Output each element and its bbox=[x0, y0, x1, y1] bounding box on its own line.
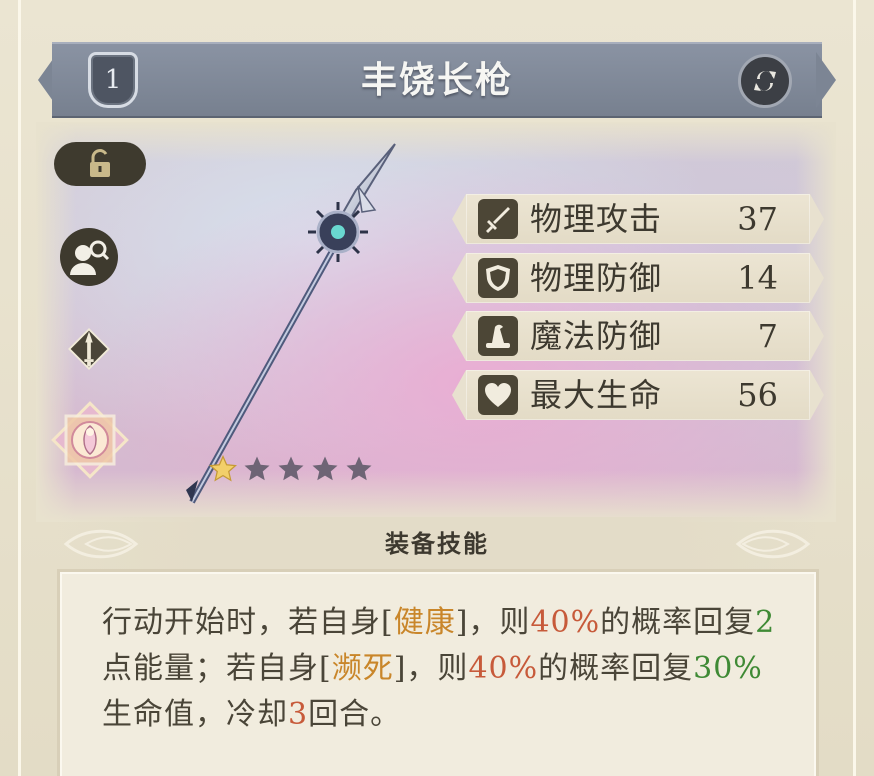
star-empty-icon bbox=[346, 456, 372, 481]
skill-description: 行动开始时，若自身[健康]，则40%的概率回复2点能量；若自身[濒死]，则40%… bbox=[102, 600, 792, 738]
stat-label: 物理防御 bbox=[530, 259, 663, 297]
stat-row-physical-defense: 物理防御 14 bbox=[452, 253, 826, 303]
weapon-type-badge[interactable] bbox=[64, 324, 114, 374]
stat-row-physical-attack: 物理攻击 37 bbox=[452, 194, 826, 244]
skill-highlight: 40% bbox=[468, 651, 539, 686]
skill-description-box: 行动开始时，若自身[健康]，则40%的概率回复2点能量；若自身[濒死]，则40%… bbox=[60, 572, 816, 776]
equip-skill-header: 装备技能 bbox=[56, 517, 818, 571]
heart-icon bbox=[485, 383, 511, 407]
stat-row-magic-defense: 魔法防御 7 bbox=[452, 311, 826, 361]
skill-text-segment: 回合。 bbox=[308, 697, 402, 732]
skill-highlight: 健康 bbox=[393, 605, 456, 640]
skill-highlight: 濒死 bbox=[331, 651, 394, 686]
flower-emblem-icon bbox=[51, 401, 129, 479]
stat-value: 37 bbox=[737, 200, 778, 238]
stat-value: 56 bbox=[737, 376, 778, 414]
title-banner: 1 丰饶长枪 bbox=[38, 42, 836, 118]
skill-highlight: 30% bbox=[693, 651, 763, 686]
skill-text-segment: 的概率回复 bbox=[600, 605, 756, 640]
skill-section-title: 装备技能 bbox=[385, 529, 489, 558]
star-empty-icon bbox=[244, 456, 270, 481]
skill-text-segment: 的概率回复 bbox=[538, 651, 694, 686]
stat-label: 最大生命 bbox=[530, 376, 663, 414]
stat-label: 魔法防御 bbox=[530, 317, 663, 355]
stat-label: 物理攻击 bbox=[530, 200, 663, 238]
skill-text-segment: 生命值，冷却 bbox=[102, 697, 288, 732]
stat-row-max-hp: 最大生命 56 bbox=[452, 370, 826, 420]
skill-text-segment: 行动开始时，若自身[ bbox=[102, 605, 394, 640]
skill-text-segment: ]，则 bbox=[393, 651, 469, 686]
unlock-icon bbox=[90, 149, 110, 177]
stat-value: 7 bbox=[757, 317, 778, 355]
stat-value: 14 bbox=[737, 259, 778, 297]
skill-text-segment: ]，则 bbox=[455, 605, 531, 640]
swap-icon bbox=[754, 71, 776, 91]
star-empty-icon bbox=[278, 456, 304, 481]
skill-highlight: 2 bbox=[755, 605, 776, 640]
skill-text-segment: 点能量；若自身[ bbox=[102, 651, 332, 686]
skill-highlight: 3 bbox=[288, 697, 309, 732]
lock-button[interactable] bbox=[54, 142, 146, 186]
item-title: 丰饶长枪 bbox=[360, 59, 513, 101]
swap-button[interactable] bbox=[738, 54, 792, 108]
star-filled-icon bbox=[208, 454, 238, 482]
character-inspect-button[interactable] bbox=[60, 228, 118, 286]
shield-icon bbox=[486, 265, 510, 291]
wizard-hat-icon bbox=[486, 324, 510, 348]
rarity-stars bbox=[208, 454, 374, 484]
sword-icon bbox=[486, 207, 510, 233]
skill-highlight: 40% bbox=[530, 605, 601, 640]
character-inspect-icon bbox=[70, 240, 110, 275]
star-empty-icon bbox=[312, 456, 338, 481]
spear-type-icon bbox=[68, 328, 110, 370]
set-emblem[interactable] bbox=[46, 396, 134, 484]
